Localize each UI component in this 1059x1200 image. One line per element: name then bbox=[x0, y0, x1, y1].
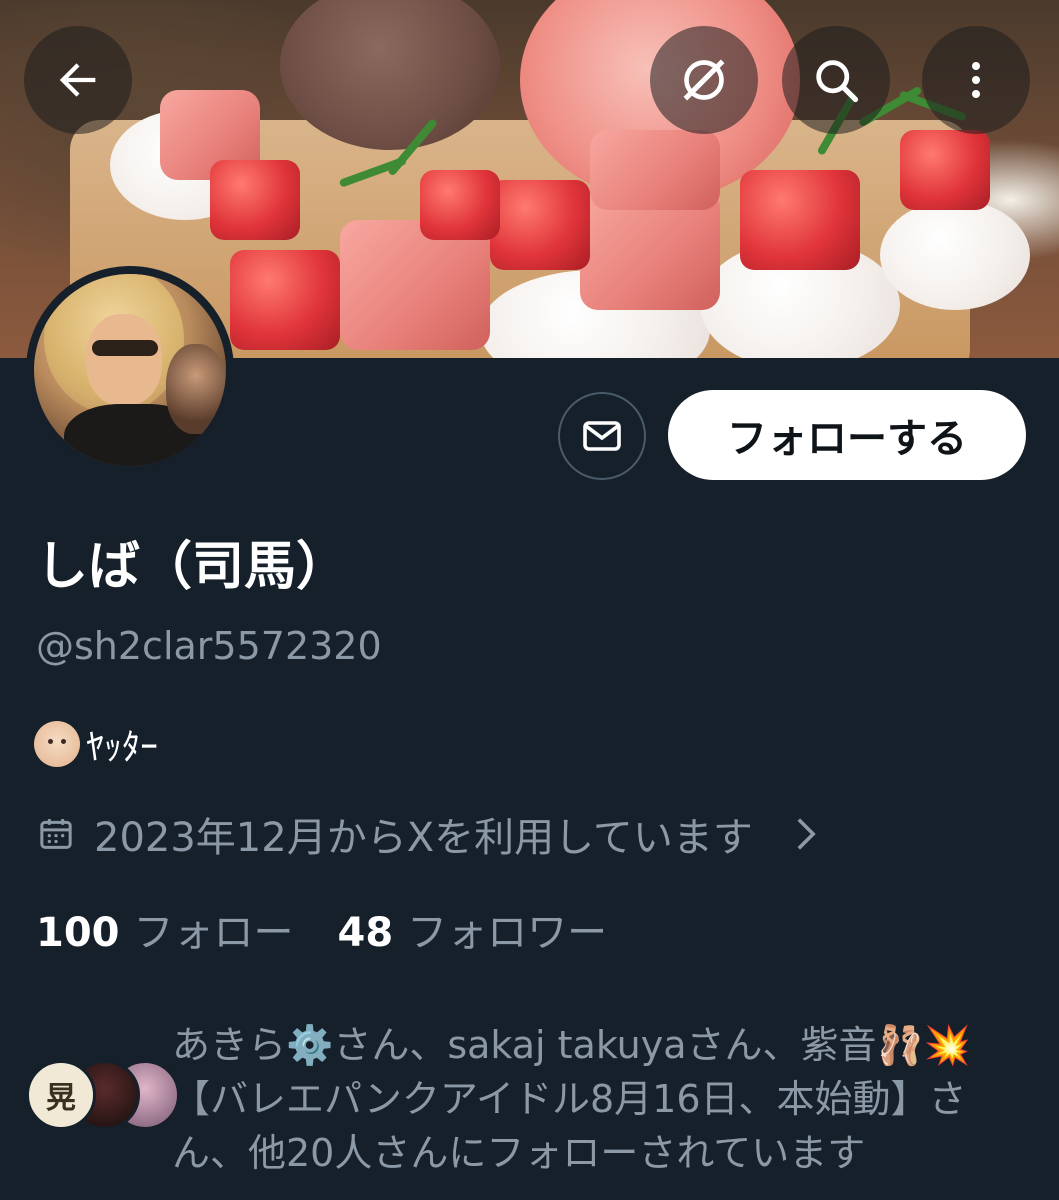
banner-berry bbox=[230, 250, 340, 350]
search-icon bbox=[816, 60, 859, 103]
avatar-photo bbox=[34, 274, 226, 466]
follow-stats: 100 フォロー 48 フォロワー bbox=[36, 900, 607, 958]
followed-by-text[interactable]: あきら⚙️さん、sakaj takuyaさん、紫音🩰💥【バレエパンクアイドル8月… bbox=[172, 1018, 1002, 1180]
followers-label: フォロワー bbox=[407, 910, 608, 956]
grok-icon bbox=[683, 59, 725, 101]
avatar-face bbox=[86, 314, 162, 406]
following-label: フォロー bbox=[133, 910, 294, 956]
joined-text: 2023年12月からXを利用しています bbox=[94, 815, 753, 861]
banner-berry bbox=[740, 170, 860, 270]
arrow-left-icon bbox=[59, 63, 96, 97]
more-button[interactable] bbox=[922, 26, 1030, 134]
following-count: 100 bbox=[36, 910, 120, 956]
followers-count: 48 bbox=[337, 910, 394, 956]
profile-bio: ﾔｯﾀｰ bbox=[34, 718, 158, 770]
banner-berry bbox=[420, 170, 500, 240]
profile-avatar[interactable] bbox=[26, 266, 234, 474]
calendar-icon bbox=[40, 819, 72, 849]
follow-button[interactable]: フォローする bbox=[668, 390, 1026, 480]
search-button[interactable] bbox=[782, 26, 890, 134]
back-button[interactable] bbox=[24, 26, 132, 134]
profile-name: しば（司馬） bbox=[36, 537, 349, 597]
avatar-second-person bbox=[166, 344, 226, 434]
banner-berry bbox=[210, 160, 300, 240]
face-emoji-icon bbox=[34, 721, 80, 767]
more-vertical-icon bbox=[972, 62, 980, 98]
avatar-sunglasses bbox=[92, 340, 158, 356]
follower-avatar: 晃 bbox=[26, 1060, 96, 1130]
banner-cube bbox=[590, 130, 720, 210]
banner-berry bbox=[490, 180, 590, 270]
mail-icon bbox=[583, 421, 621, 451]
followers-link[interactable]: 48 フォロワー bbox=[338, 900, 608, 958]
followed-by-avatars[interactable]: 晃 bbox=[26, 1060, 180, 1130]
following-link[interactable]: 100 フォロー bbox=[36, 900, 294, 958]
bio-text: ﾔｯﾀｰ bbox=[86, 727, 158, 768]
profile-handle: @sh2clar5572320 bbox=[36, 624, 382, 668]
banner-berry bbox=[900, 130, 990, 210]
banner-cream bbox=[880, 200, 1030, 310]
message-button[interactable] bbox=[558, 392, 646, 480]
grok-button[interactable] bbox=[650, 26, 758, 134]
joined-date-row[interactable]: 2023年12月からXを利用しています bbox=[36, 804, 821, 864]
chevron-right-icon bbox=[797, 818, 816, 850]
